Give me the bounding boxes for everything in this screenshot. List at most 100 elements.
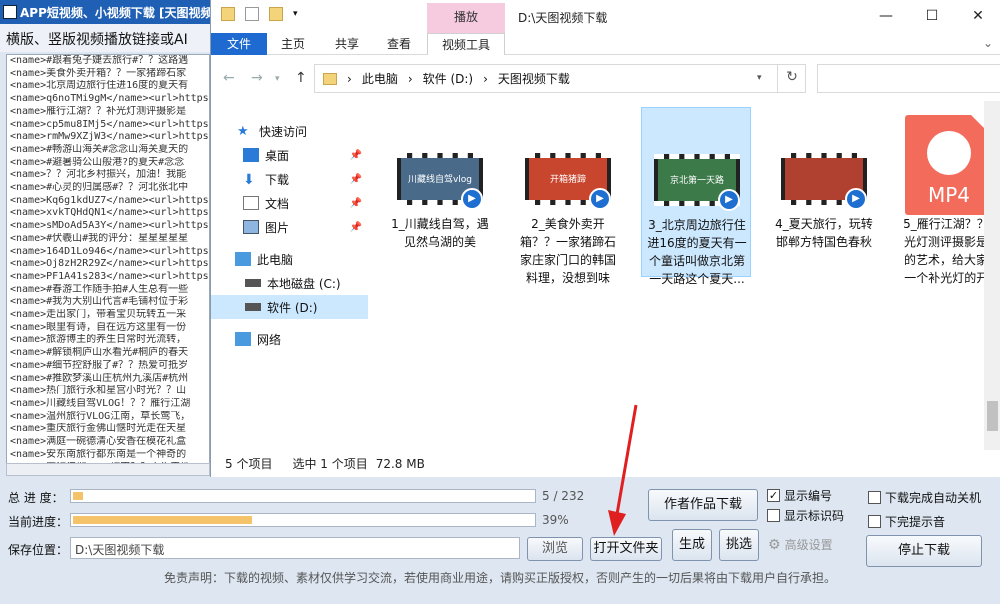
total-progress-bar xyxy=(70,489,536,503)
nav-label: 软件 (D:) xyxy=(267,300,318,315)
log-line: <name>雁行江湖？？补光灯测评摄影是 xyxy=(10,105,187,117)
address-dropdown-icon[interactable]: ▾ xyxy=(757,73,762,83)
video-player-badge-icon: ▶ xyxy=(845,188,867,210)
log-line: <name>Oj8zH2R29Z</name><url>https xyxy=(10,258,209,270)
log-line: <name>安东南旅行都东南是一个神奇的 xyxy=(10,448,187,460)
log-line: <name>q6noTMi9gM</name><url>https xyxy=(10,93,209,105)
ribbon-expand-icon[interactable]: ⌄ xyxy=(983,36,993,50)
video-thumbnail: 开箱猪蹄 ▶ xyxy=(525,153,611,210)
breadcrumb-this-pc[interactable]: 此电脑 xyxy=(362,70,398,87)
computer-icon xyxy=(235,252,251,266)
nav-label: 下载 xyxy=(265,172,290,187)
recent-chevron-icon[interactable]: ▾ xyxy=(275,74,280,84)
finish-sound-checkbox[interactable]: 下完提示音 xyxy=(868,513,945,530)
file-name: 3_北京周边旅行住进16度的夏天有一个童话叫做京北第一天路这个夏天... xyxy=(647,218,747,286)
log-line: <name>川藏线自驾VLOG！？？雁行江湖 xyxy=(10,397,191,409)
breadcrumb-sep: › xyxy=(483,71,488,86)
log-line: <name>#伏羲山#我的评分：星星星星星 xyxy=(10,232,189,244)
nav-network[interactable]: 网络 xyxy=(211,327,368,351)
tab-view[interactable]: 查看 xyxy=(379,33,419,55)
advanced-label: 高级设置 xyxy=(784,538,833,552)
current-progress-bar xyxy=(70,513,536,527)
advanced-settings[interactable]: ⚙ 高级设置 xyxy=(768,536,833,553)
log-line: <name>PF1A41s283</name><url>https xyxy=(10,270,209,282)
search-input[interactable] xyxy=(817,64,1000,93)
minimize-button[interactable]: — xyxy=(863,0,909,32)
file-item[interactable]: 开箱猪蹄▶ 2_美食外卖开箱？？一家猪蹄石家庄家门口的韩国料理，没想到味道... xyxy=(513,107,623,285)
close-button[interactable]: ✕ xyxy=(955,0,1000,32)
film-reel-icon xyxy=(927,131,971,175)
auto-shutdown-checkbox[interactable]: 下载完成自动关机 xyxy=(868,489,981,506)
nav-desktop[interactable]: 桌面 📌 xyxy=(211,143,368,167)
show-number-checkbox[interactable]: ✓ 显示编号 xyxy=(767,487,832,504)
selection-count: 选中 1 个项目 xyxy=(292,457,368,471)
log-line: <name>热门旅行永和星宫小时光？？山 xyxy=(10,385,187,397)
select-button[interactable]: 挑选 xyxy=(719,529,759,561)
log-line: <name>#我为大别山代言#毛铺村位于彩 xyxy=(10,296,189,308)
picture-icon xyxy=(243,220,259,234)
forward-icon[interactable]: → xyxy=(251,70,263,86)
pin-icon: 📌 xyxy=(349,197,362,209)
current-progress-value: 39% xyxy=(542,513,569,527)
file-name: 1_川藏线自驾，遇见然乌湖的美 xyxy=(391,217,489,249)
nav-downloads[interactable]: ⬇ 下载 📌 xyxy=(211,167,368,191)
log-line: <name>164D1Lo946</name><url>https xyxy=(10,245,209,257)
nav-soft-d[interactable]: 软件 (D:) xyxy=(211,295,368,319)
log-horizontal-scrollbar[interactable] xyxy=(6,463,210,476)
total-progress-fill xyxy=(73,492,83,500)
app-titlebar: APP短视频、小视频下载 [天图视频 xyxy=(0,0,210,24)
breadcrumb-sep: › xyxy=(407,71,413,86)
properties-icon[interactable] xyxy=(245,7,259,21)
nav-label: 网络 xyxy=(257,332,282,347)
file-item[interactable]: ▶ 4_夏天旅行，玩转邯郸方特国色春秋 xyxy=(769,107,879,277)
scrollbar-thumb[interactable] xyxy=(987,401,998,431)
tab-share[interactable]: 共享 xyxy=(327,33,367,55)
file-item[interactable]: 京北第一天路 ▶ 3_北京周边旅行住进16度的夏天有一个童话叫做京北第一天路这个夏天… xyxy=(641,107,751,286)
back-icon[interactable]: ← xyxy=(223,70,235,86)
tab-video-tools[interactable]: 视频工具 xyxy=(427,33,505,55)
tab-file[interactable]: 文件 xyxy=(211,33,267,55)
nav-local-c[interactable]: 本地磁盘 (C:) xyxy=(211,271,368,295)
file-name: 2_美食外卖开箱？？一家猪蹄石家庄家门口的韩国料理，没想到味道... xyxy=(519,217,616,285)
selection-size: 72.8 MB xyxy=(375,456,425,471)
download-log[interactable]: <name>#跟着兔子婕去旅行#？？这路遇 <name>美食外卖开箱？？一家猪蹄石… xyxy=(6,54,210,464)
network-icon xyxy=(235,332,251,346)
maximize-button[interactable]: ☐ xyxy=(909,0,955,32)
nav-label: 桌面 xyxy=(265,148,290,163)
folder-icon[interactable] xyxy=(221,7,235,21)
breadcrumb-folder[interactable]: 天图视频下载 xyxy=(498,70,570,87)
log-line: <name>温州旅行VLOG江南，草长莺飞， xyxy=(10,410,191,422)
browse-button[interactable]: 浏览 xyxy=(527,537,583,561)
log-line: <name>xvkTQHdQN1</name><url>https xyxy=(10,207,209,219)
mp4-file-icon: MP4 xyxy=(905,115,993,215)
chevron-down-icon[interactable]: ▾ xyxy=(293,9,298,19)
nav-documents[interactable]: 文档 📌 xyxy=(211,191,368,215)
nav-quick-access[interactable]: ★ 快速访问 xyxy=(211,119,368,143)
vertical-scrollbar[interactable] xyxy=(984,101,1000,450)
breadcrumb-drive[interactable]: 软件 (D:) xyxy=(423,70,473,87)
author-works-download-button[interactable]: 作者作品下载 xyxy=(648,489,758,521)
context-tab-play[interactable]: 播放 xyxy=(427,3,505,33)
folder-icon xyxy=(323,72,337,85)
nav-label: 文档 xyxy=(265,196,290,211)
open-folder-button[interactable]: 打开文件夹 xyxy=(590,537,662,561)
log-line: <name>#推欧梦溪山庄杭州九溪店#杭州 xyxy=(10,372,189,384)
nav-this-pc[interactable]: 此电脑 xyxy=(211,247,368,271)
log-line: <name>sMDoAd5A3Y</name><url>https xyxy=(10,220,209,232)
generate-button[interactable]: 生成 xyxy=(672,529,712,561)
explorer-titlebar: ▾ 播放 D:\天图视频下载 — ☐ ✕ xyxy=(211,0,1000,33)
tab-home[interactable]: 主页 xyxy=(273,33,313,55)
window-title: D:\天图视频下载 xyxy=(518,11,608,25)
document-icon xyxy=(243,196,259,210)
file-item[interactable]: 川藏线自驾vlog ▶ 1_川藏线自驾，遇见然乌湖的美 xyxy=(385,107,495,277)
address-bar[interactable]: › 此电脑 › 软件 (D:) › 天图视频下载 xyxy=(314,64,806,93)
nav-pictures[interactable]: 图片 📌 xyxy=(211,215,368,239)
refresh-icon[interactable]: ↻ xyxy=(777,64,806,93)
show-mark-checkbox[interactable]: 显示标识码 xyxy=(767,507,844,524)
save-path-field[interactable]: D:\天图视频下载 xyxy=(70,537,520,559)
up-icon[interactable]: ↑ xyxy=(295,70,307,86)
log-line: <name>满庭一碗德清心安香在模花礼盒 xyxy=(10,436,187,448)
new-folder-icon[interactable] xyxy=(269,7,283,21)
stop-download-button[interactable]: 停止下载 xyxy=(866,535,982,567)
video-player-badge-icon: ▶ xyxy=(589,188,611,210)
